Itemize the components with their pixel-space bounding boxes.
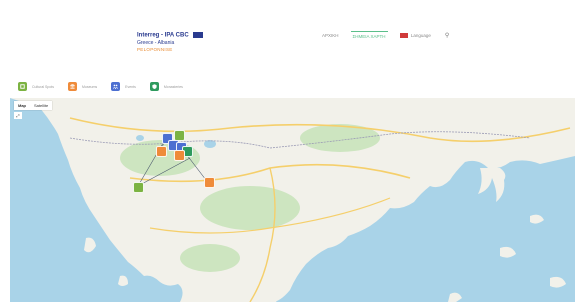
eu-flag-icon — [193, 32, 204, 38]
map-marker-museum[interactable] — [156, 146, 167, 157]
brand-region: PELOPONNISE — [137, 46, 173, 52]
map-legend: Cultural Spots Museums Events Monasterie… — [18, 82, 183, 91]
language-selector[interactable]: Language — [398, 31, 433, 40]
flag-icon — [399, 33, 408, 39]
map-marker-museum[interactable] — [204, 177, 215, 188]
nav-item-map-points[interactable]: ΣΗΜΕΙΑ ΧΑΡΤΗ — [350, 30, 388, 41]
forest-area — [180, 244, 240, 272]
map-canvas[interactable] — [10, 98, 575, 302]
nav-item-home[interactable]: ΑΡΧΙΚΗ — [320, 31, 341, 40]
site-header: Interreg - IPA CBC Greece - Albania PELO… — [0, 0, 575, 78]
legend-item-cultural[interactable]: Cultural Spots — [18, 82, 54, 91]
brand-subtitle: Greece - Albania — [137, 39, 175, 46]
forest-area — [200, 186, 300, 230]
fullscreen-icon[interactable]: ⤢ — [14, 112, 22, 119]
search-icon[interactable]: ⚲ — [443, 30, 451, 41]
map-marker-museum[interactable] — [174, 150, 185, 161]
brand-title: Interreg - IPA CBC — [137, 32, 189, 39]
people-icon — [111, 82, 121, 91]
shield-icon — [149, 82, 159, 91]
square-icon — [18, 82, 27, 91]
legend-label: Events — [125, 84, 136, 89]
legend-item-monasteries[interactable]: Monasteries — [149, 82, 183, 91]
legend-item-museums[interactable]: Museums — [67, 82, 98, 91]
legend-label: Cultural Spots — [32, 84, 54, 89]
main-nav: ΑΡΧΙΚΗ ΣΗΜΕΙΑ ΧΑΡΤΗ Language ⚲ — [320, 30, 451, 41]
language-label: Language — [410, 32, 431, 38]
legend-label: Monasteries — [163, 84, 183, 89]
lake — [136, 135, 144, 141]
legend-item-events[interactable]: Events — [111, 82, 136, 91]
legend-label: Museums — [81, 84, 98, 89]
map-type-map[interactable]: Map — [14, 101, 30, 110]
map-view[interactable]: Map Satellite ⤢ — [10, 98, 575, 302]
page: Interreg - IPA CBC Greece - Albania PELO… — [0, 0, 575, 302]
brand-logo[interactable]: Interreg - IPA CBC Greece - Albania PELO… — [137, 32, 247, 52]
building-icon — [67, 82, 77, 91]
map-type-satellite[interactable]: Satellite — [30, 101, 52, 110]
map-type-toggle: Map Satellite — [14, 101, 53, 110]
map-marker-cultural[interactable] — [133, 182, 144, 193]
